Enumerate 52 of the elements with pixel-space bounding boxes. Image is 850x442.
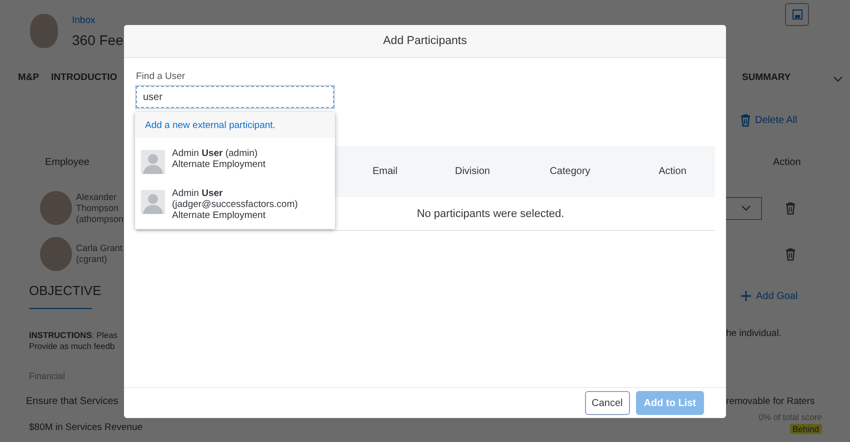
section-tab[interactable]: M&P xyxy=(18,72,40,86)
column-header: Action xyxy=(658,166,688,177)
instructions-text: Provide as much feedb xyxy=(29,341,115,352)
user-name: Admin User xyxy=(172,188,224,199)
goal-metric: $80M in Services Revenue xyxy=(29,422,143,432)
save-button[interactable] xyxy=(785,3,809,26)
column-header: Category xyxy=(548,166,592,177)
dialog-title: Add Participants xyxy=(383,35,467,47)
user-silhouette-icon xyxy=(141,150,165,174)
instructions-text: he individual. xyxy=(726,328,782,339)
user-name: Admin User (admin) xyxy=(172,148,259,159)
user-detail: Alternate Employment xyxy=(172,210,266,221)
employee-name: Carla Grant xyxy=(76,243,123,254)
trash-icon[interactable] xyxy=(785,202,796,214)
user-silhouette-icon xyxy=(141,190,165,214)
column-header: Division xyxy=(454,166,491,177)
delete-all-button[interactable]: Delete All xyxy=(755,114,798,126)
column-header: Email xyxy=(371,166,398,177)
section-title: OBJECTIVE xyxy=(29,283,102,298)
status-badge: Behind xyxy=(790,424,822,434)
goal-title: Ensure that Services xyxy=(26,396,118,406)
goal-note: removable for Raters xyxy=(726,396,815,406)
trash-icon[interactable] xyxy=(740,114,751,126)
trash-icon[interactable] xyxy=(785,248,796,260)
section-tab[interactable]: INTRODUCTIO xyxy=(51,72,118,86)
field-label: Find a User xyxy=(136,71,186,82)
section-tab[interactable]: SUMMARY xyxy=(742,72,791,86)
employee-name: Thompson xyxy=(76,202,120,214)
plus-icon xyxy=(741,291,751,301)
empty-message: No participants were selected. xyxy=(416,208,564,220)
search-field[interactable]: user xyxy=(136,86,334,108)
avatar-photo xyxy=(40,237,72,271)
user-suggestion[interactable]: Admin User (admin) Alternate Employment xyxy=(135,138,335,178)
user-detail: Alternate Employment xyxy=(172,159,266,170)
employee-name: Alexander xyxy=(76,192,118,202)
chevron-down-icon xyxy=(741,205,751,211)
page-title: 360 Fee xyxy=(72,32,124,48)
chevron-down-icon xyxy=(832,76,843,82)
employee-name: (cgrant) xyxy=(76,254,108,265)
avatar-photo xyxy=(40,191,72,225)
employee-name: (athompson xyxy=(76,214,124,224)
save-icon xyxy=(792,9,802,20)
add-goal-button[interactable]: Add Goal xyxy=(756,290,798,302)
avatar-photo xyxy=(30,14,58,48)
breadcrumb-link[interactable]: Inbox xyxy=(72,14,124,26)
dropdown-field[interactable] xyxy=(726,196,762,220)
user-suggestion[interactable]: Admin User (jadger@successfactors.com) Alternate Employment xyxy=(135,178,335,225)
cancel-button[interactable]: Cancel xyxy=(584,391,630,415)
instructions-text: INSTRUCTIONS: Pleas xyxy=(29,330,118,341)
column-header: Employee xyxy=(45,156,90,168)
column-header: Action xyxy=(773,156,801,168)
user-detail: (jadger@successfactors.com) xyxy=(172,199,298,210)
